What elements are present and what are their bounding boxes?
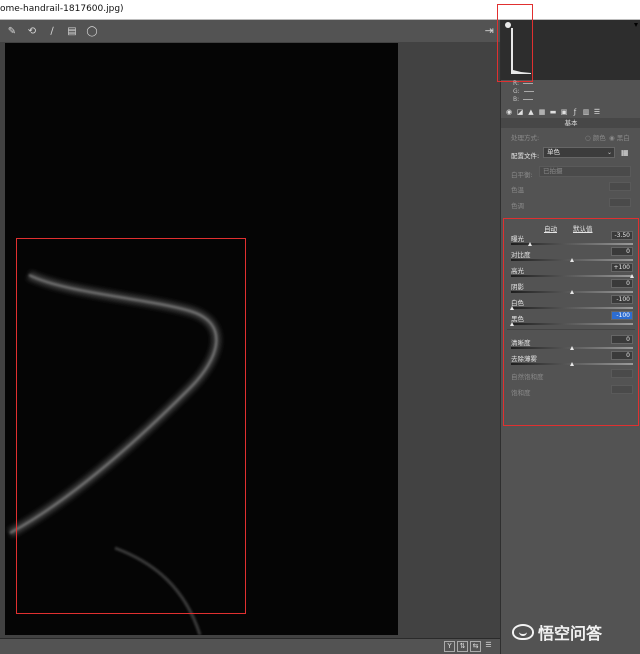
lens-icon[interactable]: ▣ (560, 108, 568, 116)
slider-thumb[interactable] (510, 322, 514, 326)
section-title: 基本 (501, 118, 640, 128)
tone-curve-icon[interactable]: ◪ (516, 108, 524, 116)
adjustment-row[interactable]: 饱和度 (511, 385, 633, 403)
adjustment-label: 饱和度 (511, 389, 531, 397)
adjustment-value-field[interactable]: 0 (611, 335, 633, 344)
tint-field (609, 198, 631, 207)
highlight-frame-photo (16, 238, 246, 614)
presets-icon[interactable]: ☰ (593, 108, 601, 116)
rgb-readout: R: G: B: (513, 80, 534, 104)
menu-button[interactable]: ☰ (483, 641, 494, 652)
auto-button[interactable]: 自动 (544, 223, 557, 233)
wb-dropdown: 已拍摄 (539, 166, 631, 177)
adjustment-value-field (611, 385, 633, 394)
adjustment-label: 清晰度 (511, 339, 531, 347)
divider (507, 329, 635, 330)
adjustment-label: 去除薄雾 (511, 355, 537, 363)
adjustment-label: 高光 (511, 267, 524, 275)
slider-thumb[interactable] (570, 346, 574, 350)
adjustment-value-field[interactable]: -100 (611, 295, 633, 304)
panel-tabs: ◉ ◪ ▲ ▦ ▬ ▣ ƒ ▥ ☰ (501, 106, 640, 118)
color-radio[interactable]: ○ 颜色 (585, 132, 606, 142)
copy-settings-button[interactable]: ⇆ (470, 641, 481, 652)
adjustment-row[interactable]: 黑色 -100 (510, 311, 633, 329)
before-after-button[interactable]: Y (444, 641, 455, 652)
temp-field (609, 182, 631, 191)
calibration-icon[interactable]: ▥ (582, 108, 590, 116)
adjustment-value-field[interactable]: 0 (611, 351, 633, 360)
swap-button[interactable]: ⇅ (457, 641, 468, 652)
default-button[interactable]: 默认值 (573, 223, 593, 233)
white-balance-icon[interactable]: ✎ (6, 26, 18, 37)
preferences-icon[interactable]: ▤ (66, 26, 78, 37)
tool-bar: ✎ ⟲ ∕ ▤ ◯ ⇥ (0, 20, 500, 42)
profile-browser-icon[interactable]: ▦ (621, 148, 630, 157)
slider-track[interactable] (511, 275, 633, 277)
profile-label: 配置文件: (511, 152, 540, 160)
slider-track[interactable] (511, 307, 633, 309)
adjustment-label: 自然饱和度 (511, 373, 544, 381)
window-title: ome-handrail-1817600.jpg) (0, 4, 124, 14)
treatment-label: 处理方式: (511, 134, 540, 142)
adjustment-value-field[interactable]: -100 (611, 311, 633, 320)
tint-label: 色调 (511, 202, 524, 210)
adjustment-label: 阴影 (511, 283, 524, 291)
straighten-icon[interactable]: ⟲ (26, 26, 38, 37)
bw-radio[interactable]: ◉ 黑白 (609, 132, 630, 142)
slider-thumb[interactable] (570, 290, 574, 294)
window-title-bar: ome-handrail-1817600.jpg) (0, 0, 640, 20)
fx-icon[interactable]: ƒ (571, 108, 579, 116)
chevron-down-icon: ⌄ (606, 149, 612, 156)
highlight-frame-histogram (497, 4, 533, 82)
slider-thumb[interactable] (510, 306, 514, 310)
watermark: 悟空问答 (512, 620, 602, 644)
slider-track[interactable] (511, 323, 633, 325)
adjustment-row[interactable]: 去除薄雾 0 (511, 351, 633, 369)
adjustment-value-field (611, 369, 633, 378)
exit-fullscreen-icon[interactable]: ⇥ (485, 24, 494, 37)
slider-thumb[interactable] (630, 274, 634, 278)
status-bar: Y ⇅ ⇆ ☰ (0, 638, 500, 654)
wukong-logo-icon (512, 624, 534, 640)
adjustment-value-field[interactable]: 0 (611, 279, 633, 288)
split-toning-icon[interactable]: ▬ (549, 108, 557, 116)
adjustment-panel: R: G: B: ◉ ◪ ▲ ▦ ▬ ▣ ƒ ▥ ☰ 基本 处理方式: ○ 颜色… (497, 4, 640, 654)
hsl-icon[interactable]: ▦ (538, 108, 546, 116)
profile-dropdown[interactable]: 单色 ⌄ (543, 147, 615, 158)
slider-thumb[interactable] (528, 242, 532, 246)
rotate-icon[interactable]: ◯ (86, 26, 98, 37)
slider-thumb[interactable] (570, 362, 574, 366)
wb-label: 白平衡: (511, 171, 533, 179)
detail-icon[interactable]: ▲ (527, 108, 535, 116)
adjustment-label: 曝光 (511, 235, 524, 243)
adjustment-value-field[interactable]: -3.50 (611, 231, 633, 240)
adjustment-value-field[interactable]: 0 (611, 247, 633, 256)
temp-label: 色温 (511, 186, 524, 194)
slider-thumb[interactable] (570, 258, 574, 262)
adjustment-value-field[interactable]: +100 (611, 263, 633, 272)
adjustment-label: 对比度 (511, 251, 531, 259)
basic-tab-icon[interactable]: ◉ (505, 108, 513, 116)
brush-icon[interactable]: ∕ (46, 26, 58, 37)
